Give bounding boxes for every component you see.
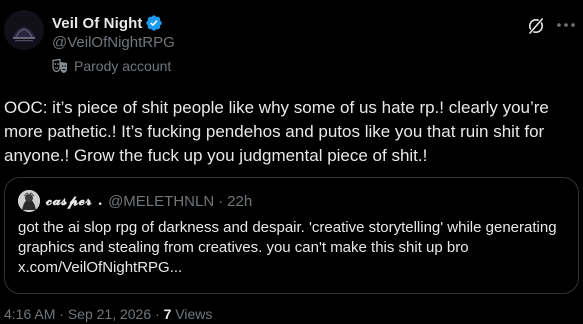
quoted-tweet[interactable]: 𝓬𝓪𝓼𝓹𝓮𝓻 . @MELETHNLN · 22h got the ai slo… — [4, 177, 579, 294]
quoted-tweet-time[interactable]: 22h — [227, 193, 252, 210]
grok-icon[interactable] — [527, 17, 545, 35]
quoted-author-avatar[interactable] — [18, 190, 40, 212]
author-avatar[interactable] — [4, 10, 44, 50]
tweet-text: OOC: it’s piece of shit people like why … — [4, 98, 549, 165]
quoted-tweet-text: got the ai slop rpg of darkness and desp… — [18, 219, 557, 276]
separator-dot: · — [59, 306, 64, 322]
author-handle[interactable]: @VeilOfNightRPG — [52, 34, 175, 51]
verified-badge-icon[interactable] — [145, 14, 163, 32]
author-name-row: Veil Of Night — [52, 13, 163, 33]
tweet-meta: 4:16 AM · Sep 21, 2026 · 7 Views — [4, 306, 212, 322]
separator-dot: · — [155, 306, 160, 322]
tweet-header: Veil Of Night @VeilOfNightRPG Parody acc… — [4, 10, 579, 80]
quoted-author-handle[interactable]: @MELETHNLN — [108, 193, 214, 210]
quoted-author-name[interactable]: 𝓬𝓪𝓼𝓹𝓮𝓻 . — [46, 193, 103, 209]
separator-dot: · — [218, 192, 224, 210]
more-icon[interactable] — [555, 14, 577, 36]
views-count[interactable]: 7 — [164, 306, 172, 322]
parody-label: Parody account — [52, 58, 171, 74]
views-label: Views — [175, 306, 213, 322]
quoted-tweet-header: 𝓬𝓪𝓼𝓹𝓮𝓻 . @MELETHNLN · 22h — [18, 190, 252, 212]
masks-icon — [52, 58, 68, 74]
tweet-time[interactable]: 4:16 AM — [4, 306, 55, 322]
parody-label-text: Parody account — [74, 58, 172, 74]
author-display-name[interactable]: Veil Of Night — [52, 15, 142, 32]
tweet-date[interactable]: Sep 21, 2026 — [68, 306, 151, 322]
